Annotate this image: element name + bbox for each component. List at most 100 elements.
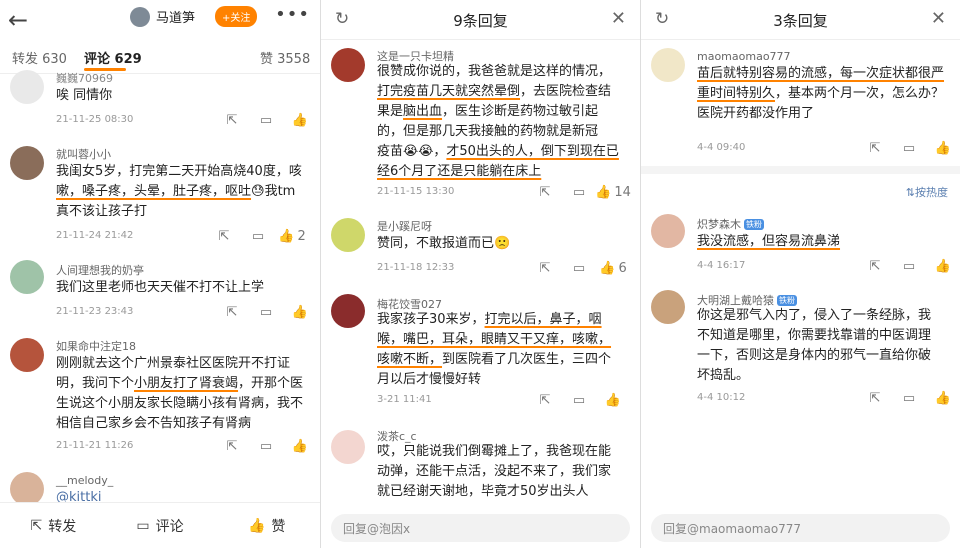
thumb-up-icon[interactable]: 👍 14: [595, 184, 631, 200]
reply-input[interactable]: 回复@泡因x: [331, 514, 630, 542]
author-name[interactable]: 马道笋: [156, 7, 195, 26]
thumb-up-icon[interactable]: 👍: [605, 392, 621, 408]
avatar[interactable]: [10, 260, 44, 294]
share-icon[interactable]: ⇱: [537, 260, 553, 276]
highlighted-text: 打完以后，鼻子，咽: [484, 312, 602, 327]
reply-icon[interactable]: ▭: [258, 438, 274, 454]
reply-input[interactable]: 回复@maomaomao777: [651, 514, 950, 542]
reply-dialog-9: ↻ 9条回复 ✕ 这是一只卡坦精 很赞成你说的，我爸爸就是这样的情况， 打完疫苗…: [320, 0, 640, 548]
comment-list-panel: ← 马道笋 +关注 ••• 转发 630 评论 629 赞 3558 巍巍709…: [0, 0, 320, 548]
avatar[interactable]: [130, 6, 150, 27]
avatar[interactable]: [10, 338, 44, 372]
comment-nick[interactable]: 人间理想我的奶亭: [56, 262, 144, 278]
tab-like[interactable]: 赞 3558: [260, 48, 310, 67]
avatar[interactable]: [331, 430, 365, 464]
nick-text: 炽梦森木: [697, 218, 741, 231]
comment-nick[interactable]: maomaomao777: [697, 50, 791, 63]
reply-icon[interactable]: ▭: [258, 304, 274, 320]
avatar[interactable]: [10, 472, 44, 506]
comment-actions: ⇱ ▭ 👍 14: [537, 184, 631, 200]
repost-button[interactable]: ⇱ 转发: [0, 503, 107, 548]
comment-text: 我家孩子30来岁，打完以后，鼻子，咽 喉，嘴巴，耳朵，眼睛又干又痒，咳嗽， 咳嗽…: [377, 310, 639, 390]
avatar[interactable]: [331, 218, 365, 252]
reply-icon[interactable]: ▭: [571, 392, 587, 408]
list-item: 这是一只卡坦精 很赞成你说的，我爸爸就是这样的情况， 打完疫苗几天就突然晕倒，去…: [321, 44, 640, 204]
like-label: 赞: [271, 518, 286, 535]
share-icon[interactable]: ⇱: [537, 392, 553, 408]
reply-icon[interactable]: ▭: [901, 390, 917, 406]
dialog-title: 9条回复: [453, 12, 508, 30]
text-fragment: 明，我问下个: [56, 376, 135, 391]
avatar[interactable]: [10, 70, 44, 104]
avatar[interactable]: [331, 294, 365, 328]
highlighted-text: 重时间特别久: [697, 86, 776, 101]
fan-badge: 铁粉: [777, 295, 797, 306]
avatar[interactable]: [651, 214, 685, 248]
post-author[interactable]: 马道笋 +关注: [130, 6, 258, 27]
comment-nick[interactable]: 是小蹊尼呀: [377, 218, 432, 234]
text-line: 坏捣乱。: [697, 368, 750, 383]
avatar[interactable]: [651, 48, 685, 82]
comment-button[interactable]: ▭ 评论: [107, 503, 214, 548]
share-icon[interactable]: ⇱: [867, 140, 883, 156]
thumb-up-icon[interactable]: 👍: [935, 140, 951, 156]
thumb-up-icon[interactable]: 👍: [935, 390, 951, 406]
thumb-up-icon[interactable]: 👍: [935, 258, 951, 274]
list-item: 巍巍70969 唉 同情你 21-11-25 08:30 ⇱ ▭ 👍: [0, 70, 320, 134]
list-item: maomaomao777 苗后就特别容易的流感，每一次症状都很严 重时间特别久，…: [641, 44, 960, 162]
comment-label: 评论: [155, 518, 184, 535]
thumb-up-icon[interactable]: 👍: [292, 304, 308, 320]
close-icon[interactable]: ✕: [611, 8, 626, 29]
fan-badge: 铁粉: [744, 219, 764, 230]
comment-time: 21-11-23 23:43: [56, 306, 134, 317]
share-icon[interactable]: ⇱: [867, 258, 883, 274]
follow-button[interactable]: +关注: [215, 6, 258, 27]
comment-nick[interactable]: 巍巍70969: [56, 70, 113, 86]
text-line: 很赞成你说的，我爸爸就是这样的情况，: [377, 64, 612, 79]
section-divider: [641, 166, 960, 174]
comment-text: 我闺女5岁，打完第二天开始高烧40度，咳 嗽，嗓子疼，头晕，肚子疼，呕吐😓我tm…: [56, 162, 316, 222]
text-line: 嗽，嗓子疼，头晕，肚子疼，呕吐😓我tm: [56, 182, 316, 202]
comment-nick[interactable]: 就叫蓉小小: [56, 146, 111, 162]
comment-nick[interactable]: __melody_: [56, 474, 113, 487]
list-item: 如果命中注定18 刚刚就去这个广州景泰社区医院开不打证 明，我问下个小朋友打了肾…: [0, 334, 320, 464]
comment-text: 我没流感，但容易流鼻涕: [697, 234, 841, 249]
thumb-up-icon[interactable]: 👍: [292, 112, 308, 128]
sort-by-hot[interactable]: ⇅按热度: [906, 184, 948, 200]
comment-nick[interactable]: 如果命中注定18: [56, 338, 136, 354]
highlighted-text: 嗽，嗓子疼，头晕，肚子疼，呕吐: [56, 184, 252, 199]
avatar[interactable]: [331, 48, 365, 82]
text-line: 一下，否则这是身体内的邪气一直给你破: [697, 348, 932, 363]
tab-comment[interactable]: 评论 629: [84, 48, 142, 67]
comment-actions: ⇱ ▭ 👍: [224, 438, 309, 454]
avatar[interactable]: [651, 290, 685, 324]
reply-icon[interactable]: ▭: [571, 260, 587, 276]
avatar[interactable]: [10, 146, 44, 180]
thumb-up-icon[interactable]: 👍 2: [278, 228, 305, 244]
text-fragment: 疫苗😭😭，: [377, 144, 447, 159]
share-icon[interactable]: ⇱: [224, 304, 240, 320]
comment-actions: ⇱ ▭ 👍: [867, 258, 952, 274]
list-item: 炽梦森木 铁粉 我没流感，但容易流鼻涕 4-4 16:17 ⇱ ▭ 👍: [641, 210, 960, 280]
tab-repost[interactable]: 转发 630: [12, 48, 67, 67]
share-icon[interactable]: ⇱: [224, 112, 240, 128]
back-arrow-icon[interactable]: ←: [8, 6, 28, 34]
reply-icon[interactable]: ▭: [250, 228, 266, 244]
reply-icon[interactable]: ▭: [901, 140, 917, 156]
comment-actions: ⇱ ▭ 👍: [224, 304, 309, 320]
share-icon[interactable]: ⇱: [216, 228, 232, 244]
share-icon[interactable]: ⇱: [867, 390, 883, 406]
comment-nick[interactable]: 炽梦森木 铁粉: [697, 216, 764, 232]
text-fragment: 😓我tm: [251, 184, 296, 199]
thumb-up-icon[interactable]: 👍 6: [599, 260, 626, 276]
reply-icon[interactable]: ▭: [571, 184, 587, 200]
share-icon[interactable]: ⇱: [224, 438, 240, 454]
thumb-up-icon[interactable]: 👍: [292, 438, 308, 454]
like-button[interactable]: 👍 赞: [213, 503, 320, 548]
reply-icon[interactable]: ▭: [901, 258, 917, 274]
text-line: 就已经谢天谢地，毕竟才50岁出头人: [377, 484, 589, 499]
more-dots-icon[interactable]: •••: [275, 4, 310, 25]
reply-icon[interactable]: ▭: [258, 112, 274, 128]
share-icon[interactable]: ⇱: [537, 184, 553, 200]
close-icon[interactable]: ✕: [931, 8, 946, 29]
